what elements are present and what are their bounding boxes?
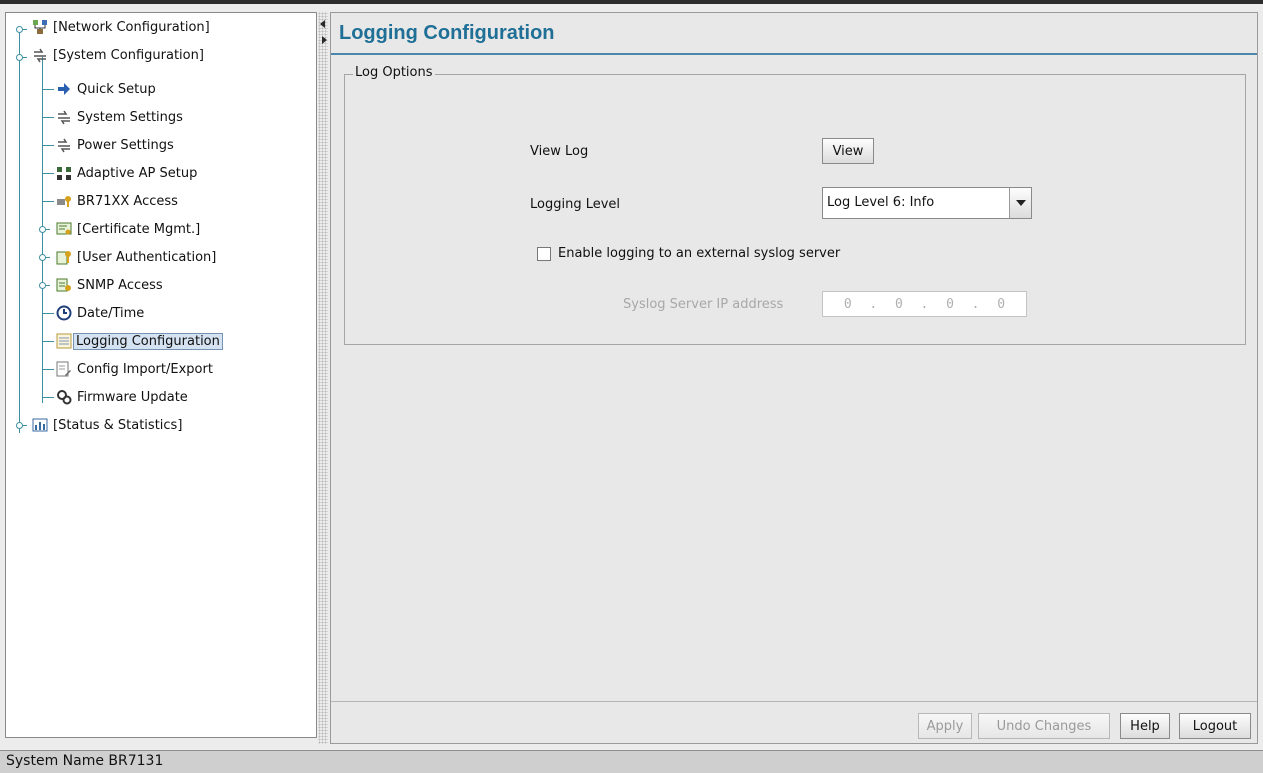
tree-item-label: Power Settings [77, 137, 174, 153]
clock-icon [56, 305, 72, 321]
arrow-right-icon [56, 81, 72, 97]
tree-item-status-statistics[interactable]: [Status & Statistics] [32, 414, 183, 436]
tree-item-label: Date/Time [77, 305, 145, 321]
view-log-label: View Log [530, 144, 589, 159]
system-settings-icon [56, 109, 72, 125]
log-options-group: Log Options View Log View Logging Level … [344, 65, 1246, 345]
group-title: Log Options [353, 65, 435, 80]
tree-item-snmp-access[interactable]: SNMP Access [56, 274, 164, 296]
tree-item-certificate-mgmt[interactable]: [Certificate Mgmt.] [56, 218, 201, 240]
tree-item-label: Config Import/Export [77, 361, 213, 377]
apply-button[interactable]: Apply [918, 713, 972, 739]
tree-item-label: [Status & Statistics] [53, 417, 183, 433]
logging-level-select[interactable]: Log Level 6: Info [822, 187, 1032, 219]
ip-octet[interactable]: 0 [844, 297, 852, 312]
tree-item-system-settings[interactable]: System Settings [56, 106, 184, 128]
tree-item-label: [User Authentication] [77, 249, 217, 265]
tree-item-adaptive-ap-setup[interactable]: Adaptive AP Setup [56, 162, 198, 184]
system-config-icon [32, 47, 48, 63]
ip-octet[interactable]: 0 [946, 297, 954, 312]
status-bar: System Name BR7131 [0, 750, 1263, 773]
tree-item-br71xx-access[interactable]: BR71XX Access [56, 190, 179, 212]
syslog-ip-field[interactable]: 0 . 0 . 0 . 0 [822, 291, 1027, 317]
undo-changes-button[interactable]: Undo Changes [978, 713, 1110, 739]
tree-item-label: System Settings [77, 109, 183, 125]
tree-item-label: BR71XX Access [77, 193, 178, 209]
expand-handle[interactable] [39, 254, 50, 261]
expand-handle[interactable] [39, 282, 50, 289]
panel-splitter[interactable] [318, 12, 328, 744]
bar-chart-icon [32, 417, 48, 433]
ip-octet[interactable]: 0 [997, 297, 1005, 312]
tree-root-line [19, 27, 20, 433]
collapse-left-icon[interactable] [320, 20, 325, 28]
external-syslog-label[interactable]: Enable logging to an external syslog ser… [558, 246, 840, 261]
tree-item-network-configuration[interactable]: [Network Configuration] [32, 16, 211, 38]
footer-divider [331, 701, 1257, 702]
user-auth-icon [56, 249, 72, 265]
logout-button[interactable]: Logout [1179, 713, 1251, 739]
system-name-text: System Name BR7131 [6, 753, 164, 769]
tree-item-system-configuration[interactable]: [System Configuration] [32, 44, 205, 66]
external-syslog-checkbox[interactable] [537, 247, 551, 261]
tree-item-label: Adaptive AP Setup [77, 165, 198, 181]
tree-item-logging-configuration[interactable]: Logging Configuration [56, 330, 223, 352]
tree-item-config-import-export[interactable]: Config Import/Export [56, 358, 214, 380]
expand-handle[interactable] [16, 54, 27, 61]
certificate-icon [56, 221, 72, 237]
logging-level-label: Logging Level [530, 197, 621, 212]
tree-item-label: Quick Setup [77, 81, 156, 97]
tree-item-label: [System Configuration] [53, 47, 204, 63]
expand-right-icon[interactable] [322, 36, 327, 44]
tree-item-label: [Certificate Mgmt.] [77, 221, 201, 237]
view-log-button[interactable]: View [822, 138, 874, 164]
navigation-tree[interactable]: [Network Configuration] [System Configur… [5, 12, 317, 738]
tree-item-firmware-update[interactable]: Firmware Update [56, 386, 189, 408]
syslog-ip-label: Syslog Server IP address [623, 297, 784, 312]
snmp-icon [56, 277, 72, 293]
tree-item-label: [Network Configuration] [53, 19, 210, 35]
chevron-down-icon[interactable] [1009, 188, 1031, 218]
expand-handle[interactable] [16, 422, 27, 429]
firmware-gears-icon [56, 389, 72, 405]
main-panel: Logging Configuration Log Options View L… [330, 12, 1258, 744]
tree-item-power-settings[interactable]: Power Settings [56, 134, 175, 156]
adaptive-ap-icon [56, 165, 72, 181]
window-top-border [0, 0, 1263, 4]
access-key-icon [56, 193, 72, 209]
tree-item-date-time[interactable]: Date/Time [56, 302, 145, 324]
network-config-icon [32, 19, 48, 35]
expand-handle[interactable] [39, 226, 50, 233]
tree-item-label: Firmware Update [77, 389, 188, 405]
tree-item-label: Logging Configuration [73, 332, 223, 350]
ip-octet[interactable]: 0 [895, 297, 903, 312]
tree-item-label: SNMP Access [77, 277, 163, 293]
power-settings-icon [56, 137, 72, 153]
title-divider [331, 53, 1257, 55]
expand-handle[interactable] [16, 26, 27, 33]
log-list-icon [56, 333, 72, 349]
tree-item-quick-setup[interactable]: Quick Setup [56, 78, 157, 100]
logging-level-value: Log Level 6: Info [827, 195, 935, 210]
help-button[interactable]: Help [1120, 713, 1170, 739]
page-title: Logging Configuration [339, 22, 555, 44]
import-export-icon [56, 361, 72, 377]
tree-item-user-authentication[interactable]: [User Authentication] [56, 246, 217, 268]
